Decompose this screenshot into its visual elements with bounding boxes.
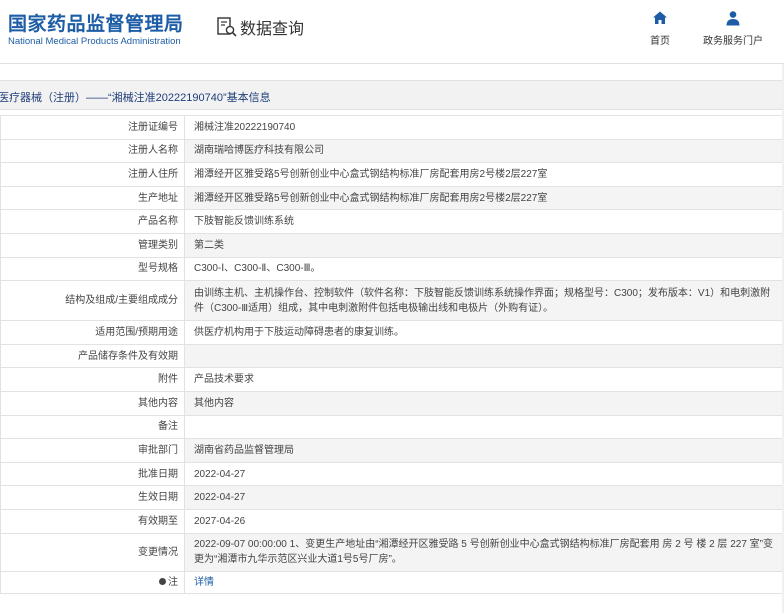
field-label: 适用范围/预期用途 [0, 320, 185, 345]
table-row: 批准日期 2022-04-27 [0, 461, 784, 487]
table-row: 注 详情 [0, 570, 784, 594]
document-search-icon [217, 17, 237, 37]
record-title-bar: 医疗器械（注册）——“湘械注准20222190740”基本信息 [0, 80, 784, 110]
field-label: 注册人名称 [0, 138, 185, 164]
field-value: 湖南省药品监督管理局 [184, 438, 784, 463]
home-icon [653, 11, 667, 24]
field-label: 其他内容 [0, 390, 185, 416]
table-row: 其他内容 其他内容 [0, 390, 784, 416]
field-label: 注册人住所 [0, 162, 185, 187]
field-label: 生产地址 [0, 185, 185, 211]
field-label: 型号规格 [0, 256, 185, 282]
data-query-label: 数据查询 [240, 21, 305, 38]
details-link[interactable]: 详情 [194, 577, 214, 588]
field-value: 2027-04-26 [184, 508, 784, 534]
field-value [184, 343, 784, 369]
record-title: 医疗器械（注册）——“湘械注准20222190740”基本信息 [0, 92, 271, 104]
field-value: C300-Ⅰ、C300-Ⅱ、C300-Ⅲ。 [184, 256, 784, 282]
table-row: 变更情况 2022-09-07 00:00:00 1、变更生产地址由“湘潭经开区… [0, 532, 784, 572]
table-row: 附件 产品技术要求 [0, 367, 784, 392]
table-row: 适用范围/预期用途 供医疗机构用于下肢运动障碍患者的康复训练。 [0, 320, 784, 345]
table-row: 管理类别 第二类 [0, 232, 784, 258]
nav-home[interactable]: 首页 [650, 10, 670, 47]
site-logo-title[interactable]: 国家药品监督管理局 [8, 9, 184, 36]
field-value: 下肢智能反馈训练系统 [184, 209, 784, 234]
site-header: 国家药品监督管理局 National Medical Products Admi… [0, 0, 784, 62]
field-label: 注册证编号 [0, 115, 185, 140]
user-icon [726, 11, 740, 26]
field-label: 产品名称 [0, 209, 185, 234]
field-label: 结构及组成/主要组成成分 [0, 280, 185, 322]
nav-home-label: 首页 [650, 36, 670, 47]
table-row: 产品名称 下肢智能反馈训练系统 [0, 209, 784, 234]
field-value: 2022-04-27 [184, 461, 784, 487]
note-icon [159, 578, 166, 586]
table-row: 备注 [0, 414, 784, 440]
field-value: 2022-04-27 [184, 485, 784, 510]
record-detail-table: 注册证编号 湘械注准20222190740 注册人名称 湖南瑞哈博医疗科技有限公… [0, 115, 784, 594]
note-label: 注 [168, 576, 178, 588]
table-row: 产品储存条件及有效期 [0, 343, 784, 369]
field-value: 湘潭经开区雅受路5号创新创业中心盒式钢结构标准厂房配套用房2号楼2层227室 [184, 162, 784, 187]
data-query-link[interactable]: 数据查询 [216, 15, 304, 39]
table-row: 生效日期 2022-04-27 [0, 485, 784, 510]
field-label: 管理类别 [0, 232, 185, 258]
field-value [184, 414, 784, 440]
site-logo-subtitle[interactable]: National Medical Products Administration [8, 36, 181, 47]
field-value: 第二类 [184, 232, 784, 258]
nav-service-portal[interactable]: 政务服务门户 [703, 10, 763, 47]
field-label: 生效日期 [0, 485, 185, 510]
field-value: 详情 [184, 570, 784, 594]
field-value: 2022-09-07 00:00:00 1、变更生产地址由“湘潭经开区雅受路 5… [184, 532, 784, 572]
field-label: 备注 [0, 414, 185, 440]
field-value: 其他内容 [184, 390, 784, 416]
field-label: 附件 [0, 367, 185, 392]
field-label: 产品储存条件及有效期 [0, 343, 185, 369]
table-row: 型号规格 C300-Ⅰ、C300-Ⅱ、C300-Ⅲ。 [0, 256, 784, 282]
table-row: 注册人住所 湘潭经开区雅受路5号创新创业中心盒式钢结构标准厂房配套用房2号楼2层… [0, 162, 784, 187]
field-label: 审批部门 [0, 438, 185, 463]
table-row: 注册人名称 湖南瑞哈博医疗科技有限公司 [0, 138, 784, 164]
field-label: 变更情况 [0, 532, 185, 572]
table-row: 结构及组成/主要组成成分 由训练主机、主机操作台、控制软件（软件名称：下肢智能反… [0, 280, 784, 322]
field-value: 湘潭经开区雅受路5号创新创业中心盒式钢结构标准厂房配套用房2号楼2层227室 [184, 185, 784, 211]
field-value: 湘械注准20222190740 [184, 115, 784, 140]
table-row: 生产地址 湘潭经开区雅受路5号创新创业中心盒式钢结构标准厂房配套用房2号楼2层2… [0, 185, 784, 211]
table-row: 审批部门 湖南省药品监督管理局 [0, 438, 784, 463]
table-row: 注册证编号 湘械注准20222190740 [0, 115, 784, 140]
field-value: 产品技术要求 [184, 367, 784, 392]
nav-service-portal-label: 政务服务门户 [703, 36, 763, 47]
field-value: 湖南瑞哈博医疗科技有限公司 [184, 138, 784, 164]
header-divider [0, 63, 784, 64]
field-label: 注 [0, 570, 185, 594]
table-row: 有效期至 2027-04-26 [0, 508, 784, 534]
field-label: 批准日期 [0, 461, 185, 487]
field-value: 由训练主机、主机操作台、控制软件（软件名称：下肢智能反馈训练系统操作界面；规格型… [184, 280, 784, 322]
field-value: 供医疗机构用于下肢运动障碍患者的康复训练。 [184, 320, 784, 345]
field-label: 有效期至 [0, 508, 185, 534]
